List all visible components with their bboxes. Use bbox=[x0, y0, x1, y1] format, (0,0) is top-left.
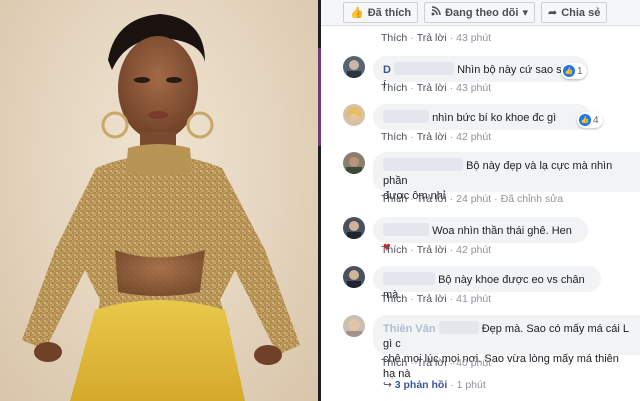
comment-meta: Thích · Trả lời · 41 phút bbox=[381, 293, 492, 305]
chevron-down-icon: ▾ bbox=[522, 7, 528, 19]
rss-icon bbox=[431, 6, 441, 19]
comment-meta: Thích · Trả lời · 43 phút bbox=[381, 32, 492, 44]
comment-time[interactable]: 43 phút bbox=[456, 32, 491, 44]
avatar[interactable] bbox=[343, 315, 365, 337]
reaction-count[interactable]: 👍 4 bbox=[577, 112, 603, 128]
comment-meta: Thích · Trả lời · 43 phút bbox=[381, 82, 492, 94]
edited-label[interactable]: Đã chỉnh sửa bbox=[501, 193, 563, 205]
comment-bubble: Thiên Vân Đẹp mà. Sao có mấy má cái L gì… bbox=[373, 315, 640, 380]
comment-meta: Thích · Trả lời · 42 phút bbox=[381, 244, 492, 256]
reply-link[interactable]: Trả lời bbox=[417, 32, 447, 44]
like-reaction-icon: 👍 bbox=[563, 65, 575, 77]
redacted-name bbox=[394, 62, 455, 75]
comment-meta: Thích · Trả lời · 42 phút bbox=[381, 131, 492, 143]
reaction-count[interactable]: 👍 1 bbox=[561, 63, 587, 79]
redacted-name bbox=[383, 272, 435, 285]
comment-bubble: Bộ này khoe được eo vs chân mà. bbox=[373, 266, 601, 301]
reply-arrow-icon: ↪ bbox=[383, 379, 392, 391]
redacted-name bbox=[438, 321, 479, 334]
avatar[interactable] bbox=[343, 104, 365, 126]
avatar[interactable] bbox=[343, 217, 365, 239]
avatar[interactable] bbox=[343, 56, 365, 78]
comment-bubble: nhìn bức bí ko khoe đc gì bbox=[373, 104, 591, 130]
like-button[interactable]: 👍 Đã thích bbox=[343, 2, 419, 23]
comment-meta: Thích · Trả lời · 40 phút bbox=[381, 357, 492, 369]
like-reaction-icon: 👍 bbox=[579, 114, 591, 126]
view-replies-link[interactable]: ↪ 3 phản hồi · 1 phút bbox=[383, 379, 486, 391]
thumbs-up-icon: 👍 bbox=[350, 7, 364, 19]
redacted-name bbox=[383, 110, 429, 123]
comment-bubble: Bộ này đẹp và lạ cực mà nhìn phần được ô… bbox=[373, 152, 640, 202]
comment-bubble: Woa nhìn thần thái ghê. Hen ♥ bbox=[373, 217, 588, 254]
comment-meta: Thích · Trả lời · 24 phút · Đã chỉnh sửa bbox=[381, 193, 564, 205]
share-button[interactable]: ➦ Chia sẻ bbox=[540, 2, 608, 23]
like-link[interactable]: Thích bbox=[381, 32, 407, 44]
post-photo[interactable] bbox=[0, 0, 318, 401]
avatar[interactable] bbox=[343, 266, 365, 288]
follow-button[interactable]: Đang theo dõi ▾ bbox=[424, 2, 535, 23]
redacted-name bbox=[383, 223, 429, 236]
avatar[interactable] bbox=[343, 152, 365, 174]
post-action-bar: 👍 Đã thích Đang theo dõi ▾ ➦ Chia sẻ bbox=[321, 0, 640, 26]
portrait-photo bbox=[22, 14, 300, 401]
comments-panel: 👍 Đã thích Đang theo dõi ▾ ➦ Chia sẻ Thí… bbox=[321, 0, 640, 401]
redacted-name bbox=[383, 158, 463, 171]
share-arrow-icon: ➦ bbox=[547, 7, 558, 19]
comment-bubble: D Nhìn bộ này cứ sao sao í bbox=[373, 56, 588, 91]
